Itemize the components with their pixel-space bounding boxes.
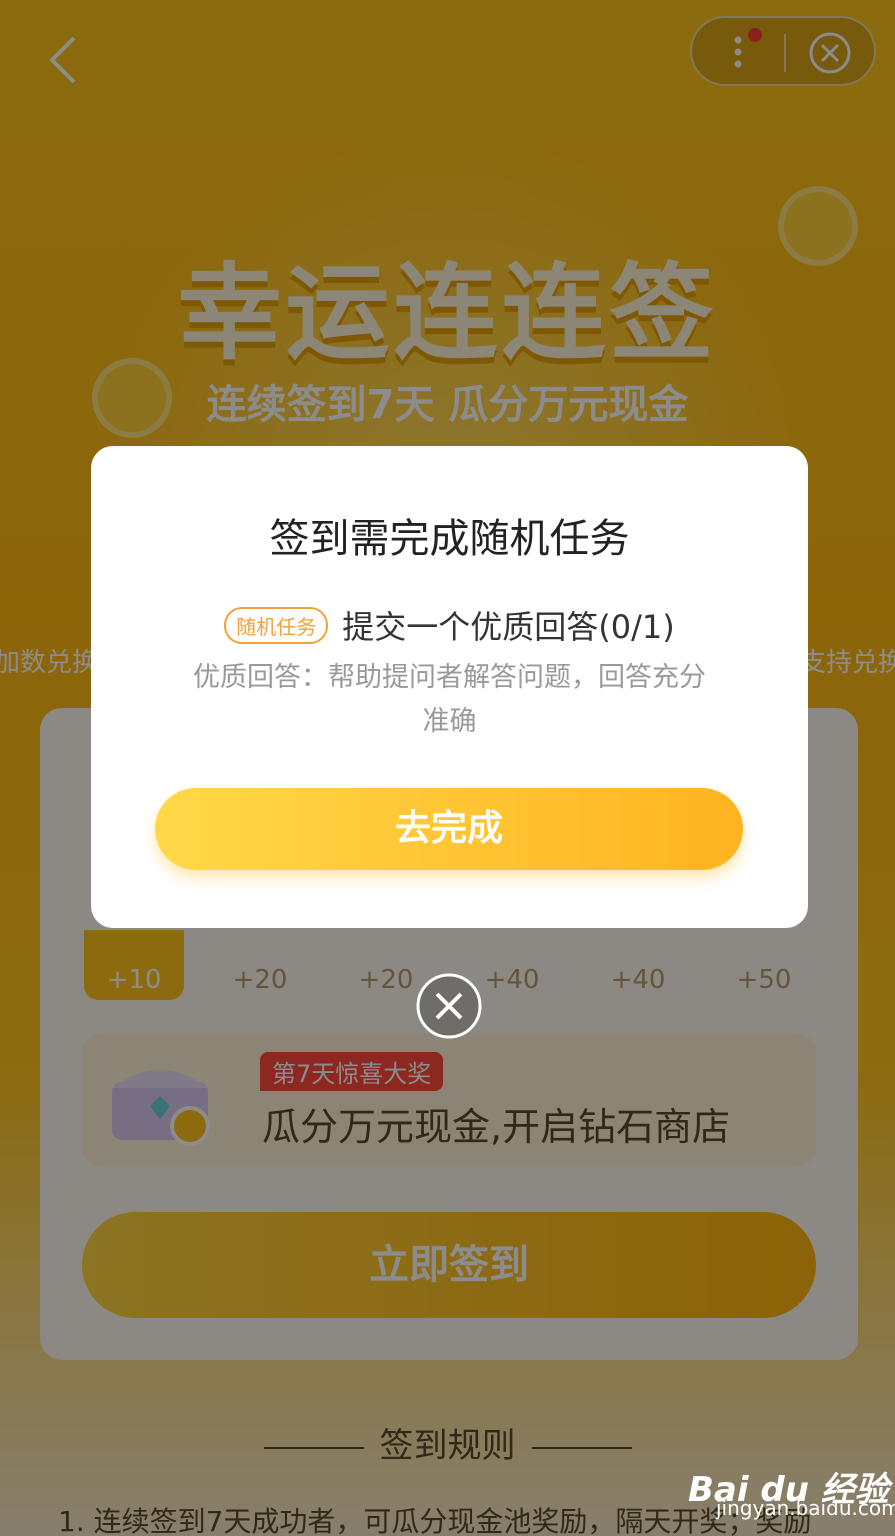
random-task-dialog: 签到需完成随机任务 随机任务 提交一个优质回答(0/1) 优质回答：帮助提问者解答… [91, 446, 808, 928]
task-tag: 随机任务 [224, 606, 329, 644]
task-line: 随机任务 提交一个优质回答(0/1) [91, 602, 808, 648]
watermark-url: jingyan.baidu.com [716, 1496, 895, 1520]
task-description: 优质回答：帮助提问者解答问题，回答充分准确 [193, 662, 706, 737]
task-name: 提交一个优质回答(0/1) [342, 608, 675, 646]
dialog-title: 签到需完成随机任务 [269, 516, 630, 562]
go-complete-button[interactable]: 去完成 [155, 788, 743, 870]
close-dialog-icon[interactable] [415, 972, 483, 1040]
